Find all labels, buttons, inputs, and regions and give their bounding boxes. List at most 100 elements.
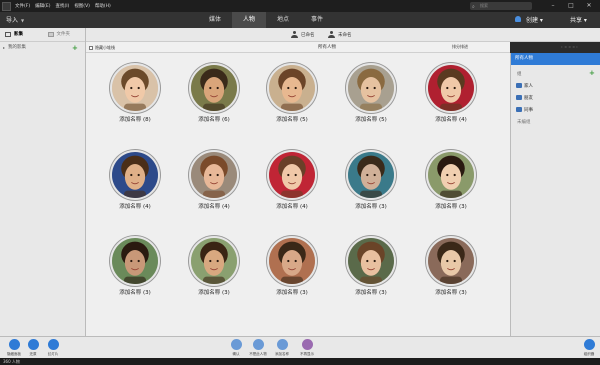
face-card[interactable]: 添加名称 (3) — [99, 236, 169, 316]
face-thumbnail[interactable] — [346, 63, 396, 113]
all-people-item[interactable]: 所有人物 — [511, 53, 600, 65]
face-card[interactable]: 添加名称 (3) — [256, 236, 326, 316]
add-name-label[interactable]: 添加名称 (5) — [256, 115, 328, 123]
face-thumbnail[interactable] — [426, 63, 476, 113]
add-name-label[interactable]: 添加名称 (3) — [415, 288, 487, 296]
minimize-icon[interactable]: – — [544, 1, 562, 11]
face-card[interactable]: 添加名称 (8) — [99, 63, 169, 143]
face-thumbnail[interactable] — [189, 63, 239, 113]
face-card[interactable]: 添加名称 (3) — [335, 150, 405, 230]
face-thumbnail[interactable] — [346, 236, 396, 286]
confirm-button[interactable]: 确认 — [224, 339, 248, 357]
face-thumbnail[interactable] — [110, 236, 160, 286]
named-toggle[interactable]: 已命名 — [291, 31, 315, 38]
face-card[interactable]: 添加名称 (3) — [178, 236, 248, 316]
organizer-button[interactable]: 组织器 — [577, 339, 600, 357]
face-thumbnail[interactable] — [189, 150, 239, 200]
tab-folders[interactable]: 文件夹 — [43, 28, 86, 41]
group-friends[interactable]: 朋友 — [511, 95, 600, 101]
add-name-label[interactable]: 添加名称 (3) — [99, 288, 171, 296]
tab-folders-label: 文件夹 — [56, 32, 71, 37]
face-thumbnail[interactable] — [267, 63, 317, 113]
face-thumbnail[interactable] — [267, 150, 317, 200]
add-name-label[interactable]: 添加名称 (3) — [415, 202, 487, 210]
face-card[interactable]: 添加名称 (4) — [256, 150, 326, 230]
add-name-button[interactable]: 添加名称 — [270, 339, 294, 357]
menu-view[interactable]: 视图(V) — [74, 3, 90, 9]
sort-controls[interactable]: ▸ ▪ ▪ ▪ ▸ — [561, 44, 578, 49]
face-card[interactable]: 添加名称 (5) — [256, 63, 326, 143]
face-thumbnail[interactable] — [267, 236, 317, 286]
groups-label: 组 — [517, 72, 522, 77]
maximize-icon[interactable]: □ — [562, 1, 580, 11]
not-this-person-button[interactable]: 不是此人物 — [246, 339, 270, 357]
menu-help[interactable]: 帮助(H) — [95, 3, 111, 9]
group-family[interactable]: 家人 — [511, 83, 600, 89]
face-thumbnail[interactable] — [189, 236, 239, 286]
create-button[interactable]: 创建 ▾ — [526, 15, 543, 24]
import-button[interactable]: 导入 ▼ — [6, 15, 24, 24]
add-name-button-label: 添加名称 — [275, 352, 289, 356]
faces-grid: 添加名称 (8) 添加名称 (6) 添加名称 (5) 添加名称 (5) 添加名称 (4)… — [86, 53, 510, 336]
my-albums-label: 我的影集 — [8, 45, 26, 50]
dont-show-button-label: 不再显示 — [300, 352, 314, 356]
add-name-label[interactable]: 添加名称 (4) — [415, 115, 487, 123]
add-name-label[interactable]: 添加名称 (5) — [335, 115, 407, 123]
face-thumbnail[interactable] — [426, 150, 476, 200]
menu-find[interactable]: 查找(I) — [55, 3, 69, 9]
right-panel: 所有人物 组 + 家人 朋友 同事 未编组 — [510, 53, 600, 336]
face-photo-icon — [191, 238, 237, 284]
add-name-label[interactable]: 添加名称 (8) — [99, 115, 171, 123]
tab-albums[interactable]: 影集 — [0, 28, 43, 41]
add-name-label[interactable]: 添加名称 (3) — [335, 202, 407, 210]
face-card[interactable]: 添加名称 (5) — [335, 63, 405, 143]
face-card[interactable]: 添加名称 (3) — [415, 150, 485, 230]
tag-icon — [276, 339, 288, 350]
tab-media[interactable]: 媒体 — [198, 12, 232, 28]
tab-people[interactable]: 人物 — [232, 12, 266, 28]
share-button[interactable]: 共享 ▾ — [570, 15, 587, 24]
menu-edit[interactable]: 编辑(E) — [35, 3, 50, 9]
face-thumbnail[interactable] — [346, 150, 396, 200]
add-name-label[interactable]: 添加名称 (3) — [335, 288, 407, 296]
add-name-label[interactable]: 添加名称 (3) — [256, 288, 328, 296]
group-colleagues[interactable]: 同事 — [511, 107, 600, 113]
face-card[interactable]: 添加名称 (4) — [415, 63, 485, 143]
sort-label[interactable]: 排分排进 — [452, 44, 468, 50]
unnamed-toggle[interactable]: 未命名 — [328, 31, 352, 38]
add-name-label[interactable]: 添加名称 (6) — [178, 115, 250, 123]
person-icon — [291, 31, 298, 38]
face-card[interactable]: 添加名称 (3) — [335, 236, 405, 316]
no-icon — [252, 339, 264, 350]
close-icon[interactable]: ✕ — [580, 1, 598, 11]
add-name-label[interactable]: 添加名称 (4) — [256, 202, 328, 210]
face-photo-icon — [269, 238, 315, 284]
hide-small-label: 隐藏小堆栈 — [95, 45, 115, 50]
ungrouped-item[interactable]: 未编组 — [511, 119, 600, 125]
slideshow-button[interactable]: 幻灯片 — [41, 339, 65, 357]
face-card[interactable]: 添加名称 (3) — [415, 236, 485, 316]
tab-places[interactable]: 地点 — [266, 12, 300, 28]
face-thumbnail[interactable] — [426, 236, 476, 286]
face-card[interactable]: 添加名称 (4) — [99, 150, 169, 230]
face-thumbnail[interactable] — [110, 63, 160, 113]
hide-small-stacks-checkbox[interactable]: 隐藏小堆栈 — [89, 45, 115, 51]
face-card[interactable]: 添加名称 (4) — [178, 150, 248, 230]
expand-triangle-icon[interactable]: ▸ — [3, 42, 5, 54]
checkbox-icon[interactable] — [89, 46, 93, 50]
add-name-label[interactable]: 添加名称 (4) — [99, 202, 171, 210]
face-photo-icon — [269, 65, 315, 111]
dont-show-button[interactable]: 不再显示 — [295, 339, 319, 357]
my-albums-row[interactable]: ▸ 我的影集 + — [0, 42, 85, 54]
face-card[interactable]: 添加名称 (6) — [178, 63, 248, 143]
face-thumbnail[interactable] — [110, 150, 160, 200]
add-name-label[interactable]: 添加名称 (3) — [178, 288, 250, 296]
add-group-icon[interactable]: + — [589, 69, 595, 77]
add-name-label[interactable]: 添加名称 (4) — [178, 202, 250, 210]
add-album-icon[interactable]: + — [72, 42, 78, 54]
notification-icon[interactable] — [515, 16, 521, 22]
undo-button-label: 还原 — [29, 352, 37, 356]
menu-file[interactable]: 文件(F) — [15, 3, 30, 9]
tab-events[interactable]: 事件 — [300, 12, 334, 28]
search-input[interactable]: ⌕ 搜索 — [470, 2, 532, 10]
